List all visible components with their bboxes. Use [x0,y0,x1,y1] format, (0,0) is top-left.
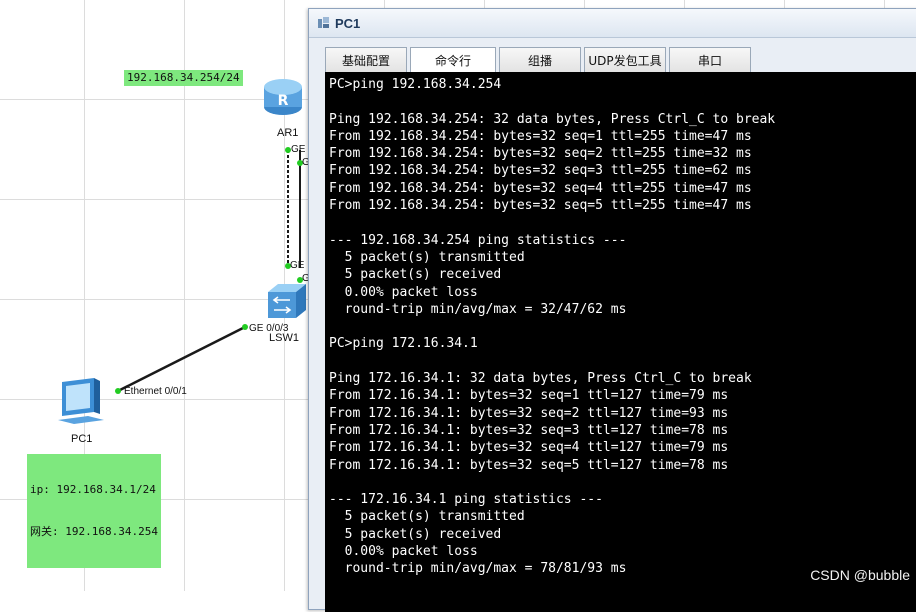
pc-name: PC1 [71,433,93,445]
router-name: AR1 [277,127,299,139]
switch-port-label: GE [290,260,305,271]
command-line-terminal[interactable]: PC>ping 192.168.34.254 Ping 192.168.34.25… [325,72,916,612]
terminal-line: Ping 172.16.34.1: 32 data bytes, Press C… [329,371,752,387]
switch-port-label: GE 0/0/3 [249,323,289,334]
pc-port-label: Ethernet 0/0/1 [124,386,187,397]
terminal-line: From 172.16.34.1: bytes=32 seq=1 ttl=127… [329,388,729,404]
tab-basic-config[interactable]: 基础配置 [325,47,407,72]
terminal-line: --- 172.16.34.1 ping statistics --- [329,492,603,508]
pc-icon [58,378,104,424]
terminal-line: 5 packet(s) received [329,267,502,283]
terminal-line: 5 packet(s) received [329,526,502,542]
terminal-line: 5 packet(s) transmitted [329,249,525,265]
tab-bar: 基础配置 命令行 组播 UDP发包工具 串口 [325,47,754,72]
pc-ip-config-label: ip: 192.168.34.1/24 网关: 192.168.34.254 [27,454,161,568]
svg-text:R: R [278,93,289,109]
terminal-line: PC>ping 192.168.34.254 [329,77,502,92]
terminal-line: From 172.16.34.1: bytes=32 seq=4 ttl=127… [329,440,729,456]
router-device[interactable]: R [261,74,305,120]
terminal-line: From 192.168.34.254: bytes=32 seq=2 ttl=… [329,146,752,162]
switch-device[interactable] [264,282,308,322]
terminal-line: From 192.168.34.254: bytes=32 seq=4 ttl=… [329,180,752,196]
terminal-line: From 172.16.34.1: bytes=32 seq=3 ttl=127… [329,422,729,438]
tab-multicast[interactable]: 组播 [499,47,581,72]
terminal-line: round-trip min/avg/max = 32/47/62 ms [329,301,627,317]
terminal-line: 0.00% packet loss [329,284,478,300]
pc-device[interactable] [54,378,110,428]
terminal-line: From 172.16.34.1: bytes=32 seq=5 ttl=127… [329,457,729,473]
pc-ip-label: ip: 192.168.34.1/24 [30,483,156,496]
terminal-line: From 172.16.34.1: bytes=32 seq=2 ttl=127… [329,405,729,421]
terminal-line: Ping 192.168.34.254: 32 data bytes, Pres… [329,111,776,127]
port-dot [115,388,121,394]
tab-command-line[interactable]: 命令行 [410,47,496,72]
switch-icon [268,284,306,318]
watermark-text: CSDN @bubble [810,567,910,583]
pc1-window[interactable]: PC1 基础配置 命令行 组播 UDP发包工具 串口 PC>ping 192.1… [308,8,916,612]
window-title: PC1 [335,15,361,31]
terminal-line: From 192.168.34.254: bytes=32 seq=1 ttl=… [329,128,752,144]
link-lsw1-pc1 [117,325,246,393]
pc-gateway-label: 网关: 192.168.34.254 [30,525,158,538]
terminal-line: From 192.168.34.254: bytes=32 seq=5 ttl=… [329,198,752,214]
tab-udp-tool[interactable]: UDP发包工具 [584,47,666,72]
port-dot [242,324,248,330]
router-ip-label: 192.168.34.254/24 [124,70,243,86]
app-icon [318,17,329,28]
tab-serial[interactable]: 串口 [669,47,751,72]
router-port-label: GE [291,144,306,155]
router-icon: R [264,79,302,115]
terminal-line: 5 packet(s) transmitted [329,509,525,525]
terminal-line: --- 192.168.34.254 ping statistics --- [329,232,627,248]
window-titlebar[interactable]: PC1 [309,9,916,38]
terminal-line: PC>ping 172.16.34.1 [329,336,478,352]
terminal-line: From 192.168.34.254: bytes=32 seq=3 ttl=… [329,163,752,179]
terminal-line: 0.00% packet loss [329,544,478,560]
